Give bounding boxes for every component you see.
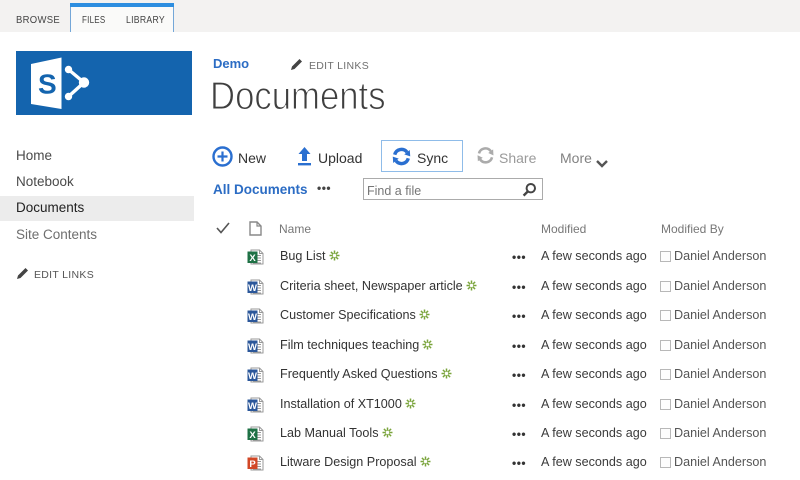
- svg-text:P: P: [249, 459, 256, 470]
- svg-text:W: W: [248, 342, 257, 353]
- svg-text:W: W: [248, 283, 257, 294]
- svg-text:W: W: [248, 371, 257, 382]
- svg-text:X: X: [249, 430, 256, 441]
- svg-text:X: X: [249, 253, 256, 264]
- svg-text:W: W: [248, 312, 257, 323]
- svg-text:W: W: [248, 401, 257, 412]
- svg-text:S: S: [38, 69, 57, 100]
